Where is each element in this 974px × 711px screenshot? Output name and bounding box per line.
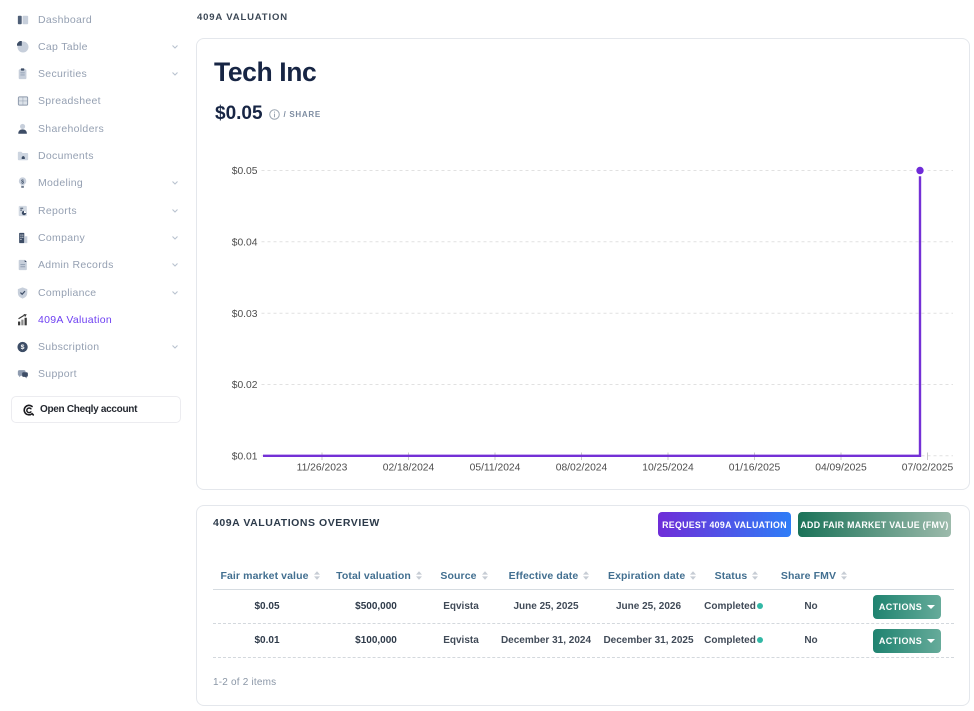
svg-text:$: $ [20, 344, 24, 351]
svg-text:10/25/2024: 10/25/2024 [642, 463, 694, 474]
svg-text:$: $ [21, 180, 24, 186]
svg-text:01/16/2025: 01/16/2025 [729, 463, 781, 474]
svg-text:07/02/2025: 07/02/2025 [902, 463, 954, 474]
svg-text:$0.03: $0.03 [232, 309, 258, 320]
svg-text:05/11/2024: 05/11/2024 [470, 463, 521, 474]
svg-text:$0.01: $0.01 [232, 452, 258, 463]
svg-text:$0.05: $0.05 [232, 166, 258, 177]
svg-text:$0.04: $0.04 [232, 238, 258, 249]
svg-text:$0.02: $0.02 [232, 380, 258, 391]
svg-text:11/26/2023: 11/26/2023 [297, 463, 348, 474]
svg-text:02/18/2024: 02/18/2024 [383, 463, 435, 474]
svg-text:08/02/2024: 08/02/2024 [556, 463, 608, 474]
svg-text:04/09/2025: 04/09/2025 [815, 463, 867, 474]
